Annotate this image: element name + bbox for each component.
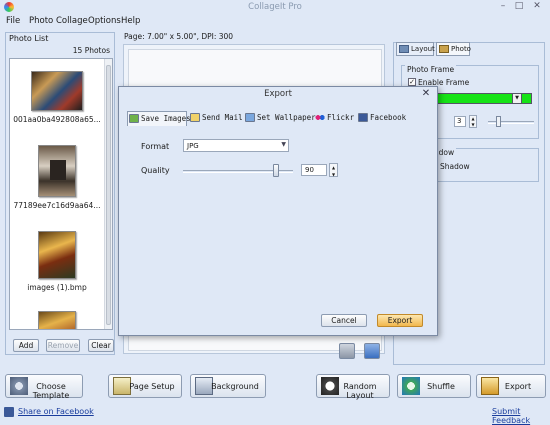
format-select[interactable]: JPG ▼ [183,139,289,152]
chevron-down-icon[interactable]: ▼ [281,141,286,148]
save-images-panel: Format JPG ▼ Quality 90 ▲ ▼ Cancel Export [127,126,431,330]
photo-label: 77189ee7c16d9aa64... [13,201,101,210]
random-layout-button[interactable]: Random Layout [316,374,390,400]
bottom-toolbar: Choose Template Page Setup Background Ra… [0,368,550,404]
save-images-icon [129,114,139,123]
frame-width-slider-track[interactable] [488,121,534,124]
list-item[interactable]: 001aa0ba492808a65... [10,71,104,124]
tab-set-wallpaper[interactable]: Set Wallpaper [244,111,316,125]
menu-options[interactable]: Options [88,16,121,26]
flickr-icon [315,113,325,122]
tab-layout-label: Layout [411,45,435,53]
photo-label: images (1).bmp [27,283,87,292]
photo-list-panel: Photo List 15 Photos 001aa0ba492808a65..… [5,32,115,355]
photo-tab-icon [439,45,449,53]
quality-input[interactable]: 90 [301,164,327,176]
menu-photo[interactable]: Photo [29,16,53,26]
cancel-button[interactable]: Cancel [321,314,367,327]
crop-icon[interactable] [339,343,355,359]
choose-template-label: Choose Template [32,382,70,400]
submit-feedback-link[interactable]: Submit Feedback [492,407,550,425]
export-toolbar-button[interactable]: Export [476,374,546,398]
tab-flickr[interactable]: Flickr [314,111,356,125]
photo-count: 15 Photos [72,46,110,55]
photo-list-title: Photo List [9,34,49,43]
facebook-icon [358,113,368,122]
quality-label: Quality [141,166,170,175]
page-setup-label: Page Setup [129,382,175,391]
add-button[interactable]: Add [13,339,39,352]
minimize-icon[interactable]: – [496,1,510,12]
random-layout-label: Random Layout [343,382,377,400]
tab-photo-label: Photo [451,45,471,53]
save-the-date-sign [50,160,66,180]
background-button[interactable]: Background [190,374,266,398]
tab-send-mail[interactable]: Send Mail [189,111,243,125]
list-item[interactable]: 77189ee7c16d9aa64... [10,145,104,210]
tab-set-wallpaper-label: Set Wallpaper [257,113,316,122]
photo-thumbnail [31,71,83,111]
shuffle-label: Shuffle [427,382,455,391]
close-icon[interactable]: ✕ [529,1,545,12]
share-on-facebook-link[interactable]: Share on Facebook [18,407,94,416]
shuffle-button[interactable]: Shuffle [397,374,471,398]
export-tabs: Save Images Send Mail Set Wallpaper Flic… [127,111,431,127]
chevron-down-icon[interactable]: ▼ [512,93,522,104]
layout-tab-icon [399,45,409,53]
clear-button[interactable]: Clear [88,339,114,352]
frame-width-input[interactable]: 3 [454,116,466,127]
facebook-icon [4,407,14,417]
page-info: Page: 7.00" x 5.00", DPI: 300 [124,32,234,41]
list-item[interactable] [10,311,104,329]
tab-send-mail-label: Send Mail [202,113,243,122]
format-label: Format [141,142,170,151]
export-button[interactable]: Export [377,314,423,327]
quality-spinner[interactable]: ▲ ▼ [329,163,338,177]
photo-thumbnail [38,231,76,279]
photo-thumbnail [38,311,76,329]
tab-save-images-label: Save Images [141,114,191,123]
wallpaper-icon [245,113,255,122]
shadow-label: Shadow [440,162,470,171]
tab-flickr-label: Flickr [327,113,355,122]
tab-facebook[interactable]: Facebook [357,111,415,125]
mail-icon [190,113,200,122]
app-title: CollageIt Pro [248,2,302,12]
maximize-icon[interactable]: □ [512,1,526,12]
tab-facebook-label: Facebook [370,113,407,122]
photo-label: 001aa0ba492808a65... [13,115,101,124]
menu-bar: File Photo Collage Options Help [0,14,550,28]
menu-collage[interactable]: Collage [56,16,88,26]
background-label: Background [211,382,259,391]
choose-template-button[interactable]: Choose Template [5,374,83,400]
export-toolbar-label: Export [504,382,532,391]
export-dialog: Export ✕ Save Images Send Mail Set Wallp… [118,86,438,336]
fit-icon[interactable] [364,343,380,359]
dialog-title: Export [264,89,292,99]
frame-width-spinner[interactable]: ▲ ▼ [469,115,477,128]
tab-photo[interactable]: Photo [436,42,471,56]
photo-list-scrollbar[interactable] [104,59,112,329]
tab-save-images[interactable]: Save Images [127,111,191,126]
scrollbar-thumb[interactable] [106,65,111,325]
menu-help[interactable]: Help [121,16,140,26]
list-item[interactable]: images (1).bmp [10,231,104,292]
format-value: JPG [187,142,199,150]
remove-button[interactable]: Remove [46,339,80,352]
enable-frame-checkbox[interactable]: ✓ [408,78,416,86]
frame-width-slider-thumb[interactable] [496,116,501,127]
photo-frame-title: Photo Frame [405,65,457,74]
quality-slider-thumb[interactable] [273,164,279,177]
page-setup-button[interactable]: Page Setup [108,374,182,398]
close-icon[interactable]: ✕ [420,88,432,100]
photo-list-box[interactable]: 001aa0ba492808a65... 77189ee7c16d9aa64..… [9,58,113,330]
menu-file[interactable]: File [6,16,20,26]
title-bar: CollageIt Pro – □ ✕ [0,0,550,14]
photo-thumbnail [38,145,76,197]
tab-layout[interactable]: Layout [396,42,435,56]
